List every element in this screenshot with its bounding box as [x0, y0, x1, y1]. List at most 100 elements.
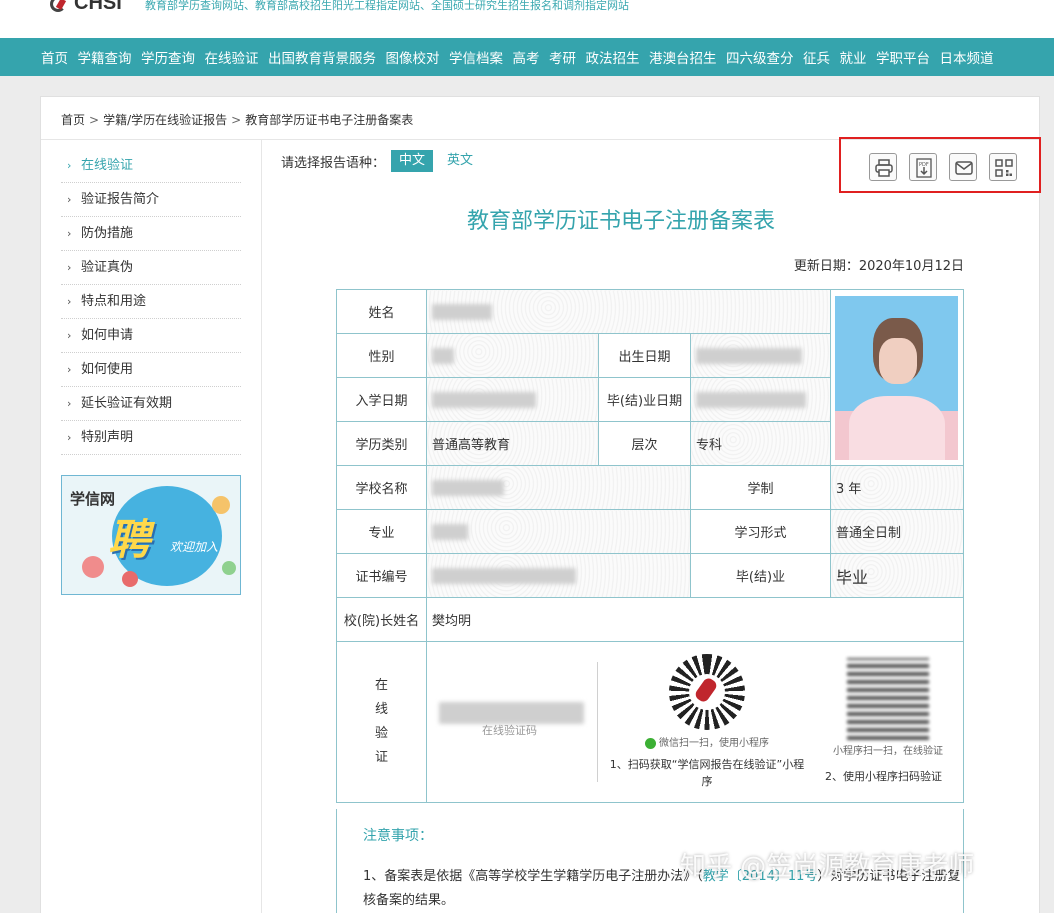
chevron-right-icon: › — [67, 227, 72, 240]
nav-item[interactable]: 四六级查分 — [726, 47, 794, 67]
nav-item[interactable]: 出国教育背景服务 — [268, 47, 376, 67]
qrcode-icon — [995, 159, 1013, 177]
value-study-form: 普通全日制 — [830, 509, 964, 554]
photo-cell — [830, 289, 964, 466]
email-icon — [955, 161, 973, 175]
wechat-miniprogram-code[interactable] — [669, 654, 745, 730]
verify-separator — [597, 662, 598, 782]
language-selector: 请选择报告语种： 中文 英文 — [281, 150, 481, 172]
sidebar-item-how-to-use[interactable]: › 如何使用 — [61, 353, 241, 387]
value-graduate-date — [690, 377, 831, 422]
pdf-download-icon: PDF — [916, 158, 932, 178]
nav-item[interactable]: 征兵 — [803, 47, 830, 67]
sidebar-item-label: 防伪措施 — [81, 226, 134, 241]
site-logo[interactable]: CHSI — [50, 0, 122, 15]
main-nav: 首页 学籍查询 学历查询 在线验证 出国教育背景服务 图像校对 学信档案 高考 … — [0, 38, 1054, 76]
label-char: 线 — [374, 702, 388, 717]
label-study-form: 学习形式 — [690, 509, 831, 554]
wechat-scan-label: 微信扫一扫，使用小程序 — [645, 734, 769, 749]
sidebar-item-report-intro[interactable]: › 验证报告简介 — [61, 183, 241, 217]
notes-item-1-prefix: 1、备案表是依据《高等学校学生学籍学历电子注册办法》（ — [363, 869, 703, 884]
sidebar-item-label: 验证报告简介 — [81, 192, 160, 207]
language-chinese-button[interactable]: 中文 — [391, 150, 434, 172]
zhihu-watermark: 知乎 @笠尚源教育康老师 — [680, 852, 975, 882]
label-gender: 性别 — [336, 333, 427, 378]
pdf-download-button[interactable]: PDF — [909, 153, 937, 181]
sidebar-item-label: 在线验证 — [81, 158, 134, 173]
sidebar-divider — [261, 140, 262, 913]
sidebar-item-label: 如何使用 — [81, 362, 134, 377]
label-president: 校(院)长姓名 — [336, 597, 427, 642]
banner-headline: 聘 — [108, 515, 151, 564]
value-gender — [426, 333, 599, 378]
breadcrumb-verify-report[interactable]: 学籍/学历在线验证报告 — [103, 113, 227, 127]
sidebar-item-anti-fake[interactable]: › 防伪措施 — [61, 217, 241, 251]
sidebar-item-how-to-apply[interactable]: › 如何申请 — [61, 319, 241, 353]
sidebar-item-label: 特别声明 — [81, 430, 134, 445]
nav-item[interactable]: 图像校对 — [386, 47, 440, 67]
sidebar-item-label: 延长验证有效期 — [81, 396, 173, 411]
redacted-value — [696, 391, 806, 408]
nav-item[interactable]: 学籍查询 — [78, 47, 132, 67]
nav-item[interactable]: 学职平台 — [876, 47, 930, 67]
sidebar-item-features[interactable]: › 特点和用途 — [61, 285, 241, 319]
redacted-value — [432, 479, 504, 496]
sidebar-item-online-verify[interactable]: › 在线验证 — [61, 149, 241, 183]
label-online-verify: 在 线 验 证 — [336, 641, 427, 803]
print-button[interactable] — [869, 153, 897, 181]
banner-dot — [222, 561, 236, 575]
sidebar-item-label: 如何申请 — [81, 328, 134, 343]
nav-item[interactable]: 学信档案 — [449, 47, 503, 67]
chevron-right-icon: › — [67, 329, 72, 342]
label-char: 证 — [374, 750, 388, 765]
chevron-right-icon: › — [67, 261, 72, 274]
sidebar-item-label: 特点和用途 — [81, 294, 147, 309]
logo-text: CHSI — [74, 0, 122, 14]
label-char: 验 — [374, 726, 388, 741]
label-name: 姓名 — [336, 289, 427, 334]
nav-item[interactable]: 学历查询 — [141, 47, 195, 67]
wechat-icon — [645, 737, 656, 749]
chevron-right-icon: › — [67, 193, 72, 206]
label-duration: 学制 — [690, 465, 831, 510]
nav-item[interactable]: 就业 — [840, 47, 867, 67]
language-english-button[interactable]: 英文 — [439, 150, 481, 172]
email-button[interactable] — [949, 153, 977, 181]
nav-item[interactable]: 在线验证 — [205, 47, 259, 67]
value-birth-date — [690, 333, 831, 378]
label-major: 专业 — [336, 509, 427, 554]
qrcode-button[interactable] — [989, 153, 1017, 181]
print-icon — [875, 159, 893, 177]
nav-item[interactable]: 高考 — [513, 47, 540, 67]
breadcrumb-home[interactable]: 首页 — [61, 113, 85, 127]
nav-item[interactable]: 考研 — [549, 47, 576, 67]
label-edu-type: 学历类别 — [336, 421, 427, 466]
nav-item[interactable]: 港澳台招生 — [649, 47, 717, 67]
nav-item[interactable]: 日本频道 — [940, 47, 994, 67]
registration-table: 姓名 性别 出生日期 入学日期 毕(结)业日期 学历类别 普通高等教育 层次 专… — [336, 289, 964, 803]
photo-body — [849, 395, 945, 460]
value-school — [426, 465, 691, 510]
banner-dot — [212, 496, 230, 514]
label-cert-no: 证书编号 — [336, 553, 427, 598]
sidebar-item-disclaimer[interactable]: › 特别声明 — [61, 421, 241, 455]
redacted-value — [432, 391, 536, 408]
banner-dot — [82, 556, 104, 578]
notes-title: 注意事项： — [363, 828, 433, 844]
sidebar-item-verify-authenticity[interactable]: › 验证真伪 — [61, 251, 241, 285]
toolbar-highlight: PDF — [839, 137, 1041, 193]
label-level: 层次 — [598, 421, 691, 466]
site-slogan: 教育部学历查询网站、教育部高校招生阳光工程指定网站、全国硕士研究生招生报名和调剂… — [145, 0, 629, 12]
redacted-value — [696, 347, 802, 364]
label-char: 在 — [374, 678, 388, 693]
recruit-banner[interactable]: 学信网 聘 欢迎加入 — [61, 475, 241, 595]
verify-code-redacted — [439, 702, 584, 724]
language-prompt: 请选择报告语种： — [281, 155, 386, 171]
chevron-right-icon: › — [67, 363, 72, 376]
nav-item[interactable]: 政法招生 — [586, 47, 640, 67]
sidebar: › 在线验证 › 验证报告简介 › 防伪措施 › 验证真伪 › 特点和用途 › 如何申请 ›… — [61, 149, 241, 455]
nav-item[interactable]: 首页 — [41, 47, 68, 67]
verify-step-1: 1、扫码获取“学信网报告在线验证”小程序 — [609, 758, 805, 788]
sidebar-item-extend-validity[interactable]: › 延长验证有效期 — [61, 387, 241, 421]
value-level: 专科 — [690, 421, 831, 466]
